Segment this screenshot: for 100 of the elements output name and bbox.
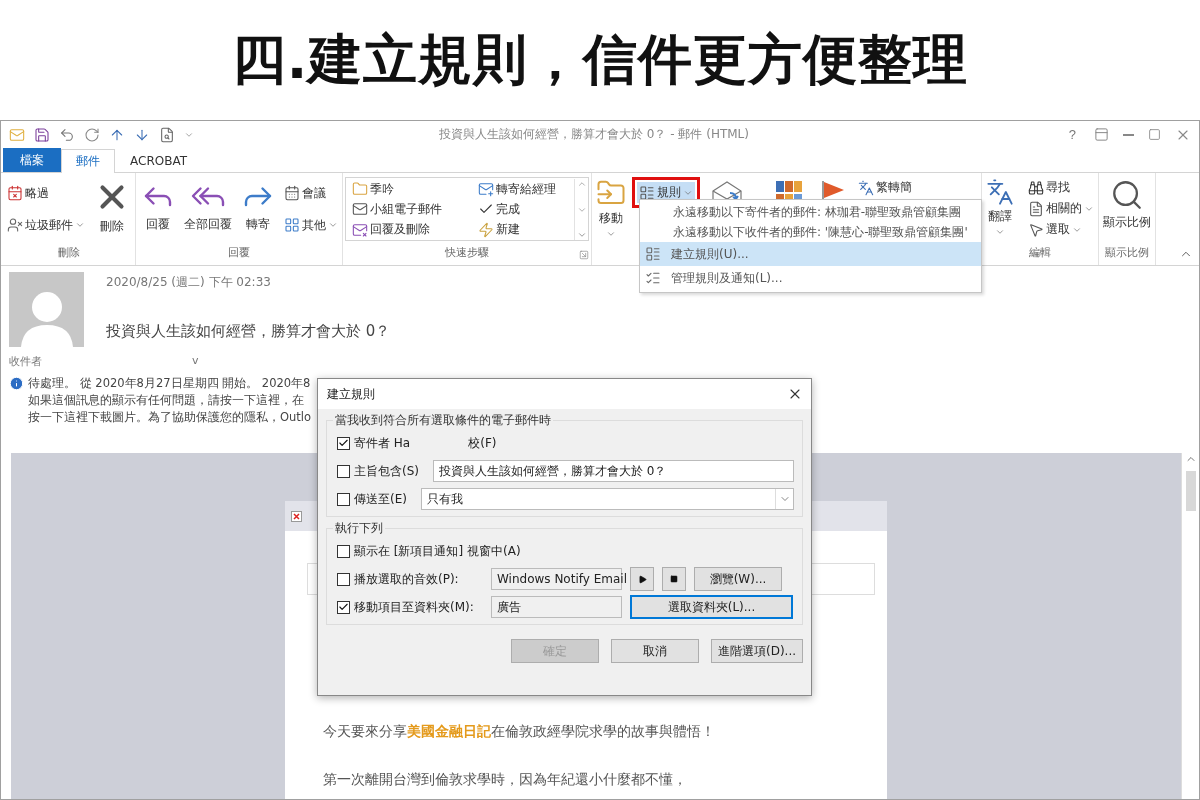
ribbon-button[interactable]: 移動 bbox=[594, 177, 628, 240]
message-date: 2020/8/25 (週二) 下午 02:33 bbox=[106, 274, 271, 291]
menu-item[interactable]: 管理規則及通知(L)... bbox=[640, 266, 981, 290]
page-heading: 四.建立規則，信件更方便整理 bbox=[230, 26, 970, 93]
info-text: 按一下這裡下載圖片。為了協助保護您的隱私，Outlo bbox=[28, 410, 312, 425]
dialog-button[interactable]: 取消 bbox=[611, 639, 699, 663]
broken-image-icon bbox=[291, 510, 302, 522]
launcher-icon bbox=[579, 250, 589, 260]
ribbon-button[interactable]: 回覆 bbox=[138, 177, 178, 233]
checkbox[interactable] bbox=[337, 572, 350, 586]
checkbox[interactable] bbox=[337, 600, 350, 614]
rule-icon bbox=[645, 246, 661, 262]
document-icon bbox=[1028, 200, 1044, 217]
ribbon-button[interactable]: 轉寄 bbox=[238, 177, 278, 233]
ribbon-button[interactable]: 新建 bbox=[475, 219, 575, 240]
check-icon bbox=[338, 601, 349, 613]
ribbon-button[interactable]: 翻譯 bbox=[984, 177, 1016, 238]
ribbon-button[interactable]: 繁轉簡 bbox=[856, 177, 914, 198]
dialog-title: 建立規則 bbox=[327, 385, 375, 403]
characters-icon bbox=[858, 179, 874, 196]
checkbox-label: 移動項目至資料夾(M): bbox=[354, 598, 474, 616]
body-paragraph: 第一次離開台灣到倫敦求學時，因為年紀還小什麼都不懂， bbox=[323, 771, 688, 789]
browse-button[interactable]: 瀏覽(W)... bbox=[694, 567, 782, 591]
ribbon-tab[interactable]: ACROBAT bbox=[115, 148, 202, 172]
preview-icon bbox=[159, 126, 175, 143]
file-tab[interactable]: 檔案 bbox=[3, 148, 61, 172]
checkbox-label: 主旨包含(S) bbox=[354, 462, 419, 480]
envelope-plus-icon bbox=[477, 181, 494, 198]
envelope-icon bbox=[9, 126, 25, 143]
scroll-thumb[interactable] bbox=[1185, 471, 1196, 511]
menu-item[interactable]: 建立規則(U)... bbox=[640, 242, 981, 266]
ribbon-button[interactable]: 會議 bbox=[282, 182, 340, 204]
group-label: 編輯 bbox=[1029, 245, 1051, 261]
ribbon-button[interactable]: 相關的 bbox=[1026, 198, 1096, 219]
caret-icon bbox=[606, 229, 616, 239]
ribbon-tab[interactable]: 郵件 bbox=[61, 149, 115, 173]
checkbox[interactable] bbox=[337, 544, 350, 558]
window-title: 投資與人生該如何經營，勝算才會大於 0？ - 郵件 (HTML) bbox=[439, 126, 750, 143]
choose-folder-button[interactable]: 選取資料夾(L)... bbox=[630, 595, 793, 619]
input-field[interactable]: 投資與人生該如何經營，勝算才會大於 0？ bbox=[433, 460, 794, 482]
group-label: 刪除 bbox=[58, 245, 80, 261]
caret-icon bbox=[75, 220, 85, 230]
save-icon bbox=[34, 126, 50, 143]
lightning-icon bbox=[477, 221, 494, 238]
checkbox[interactable] bbox=[337, 436, 350, 450]
scrollbar[interactable] bbox=[1181, 453, 1199, 799]
group-label: 回覆 bbox=[228, 245, 250, 261]
help-button[interactable]: ? bbox=[1064, 127, 1080, 142]
checkbox[interactable] bbox=[337, 492, 350, 506]
recipient-label: 收件者 bbox=[9, 354, 42, 369]
folder-icon bbox=[352, 181, 368, 198]
dropdown-field[interactable]: 只有我 bbox=[421, 488, 794, 510]
checkbox[interactable] bbox=[337, 464, 350, 478]
ribbon-button[interactable]: 選取 bbox=[1026, 219, 1096, 240]
ribbon-button[interactable]: 全部回覆 bbox=[182, 177, 234, 233]
dialog-button[interactable]: 進階選項(D)... bbox=[711, 639, 803, 663]
scroll-up-icon bbox=[576, 179, 587, 189]
binoculars-icon bbox=[1028, 179, 1044, 196]
ribbon-button[interactable]: 季吟 bbox=[350, 179, 476, 200]
calendar-x-icon bbox=[7, 185, 23, 201]
envelope-icon bbox=[352, 201, 368, 218]
ribbon-button[interactable]: 其他 bbox=[282, 214, 340, 236]
search-icon bbox=[1110, 178, 1144, 212]
check-icon bbox=[338, 437, 349, 449]
menu-item[interactable]: 永遠移動以下寄件者的郵件: 林珈君-聯聖致鼎管顧集團 bbox=[640, 202, 981, 222]
ribbon-display-icon bbox=[1094, 127, 1109, 142]
ribbon-button[interactable]: 小組電子郵件 bbox=[350, 199, 476, 220]
list-icon bbox=[639, 184, 655, 201]
caret-icon bbox=[995, 227, 1005, 237]
checkbox-label: 傳送至(E) bbox=[354, 490, 407, 508]
checkbox-label: 校(F) bbox=[468, 434, 497, 452]
play-icon bbox=[637, 574, 647, 584]
group-label: 顯示比例 bbox=[1105, 245, 1149, 261]
calendar-icon bbox=[284, 185, 300, 201]
play-button[interactable] bbox=[630, 567, 654, 591]
menu-item[interactable]: 永遠移動以下收件者的郵件: '陳慧心-聯聖致鼎管顧集團' bbox=[640, 222, 981, 242]
ribbon-button[interactable]: 尋找 bbox=[1026, 177, 1096, 198]
minimize-icon bbox=[1123, 133, 1134, 136]
ribbon-button[interactable]: 略過 bbox=[5, 182, 87, 204]
envelope-x-icon bbox=[352, 221, 368, 238]
ribbon-button[interactable]: 垃圾郵件 bbox=[5, 214, 87, 236]
checkbox-label: 播放選取的音效(P): bbox=[354, 570, 459, 588]
ribbon-button[interactable]: 刪除 bbox=[91, 177, 133, 235]
caret-icon bbox=[328, 220, 338, 230]
info-icon bbox=[9, 376, 24, 391]
pointer-icon bbox=[1028, 221, 1044, 238]
folder-field[interactable]: 廣告 bbox=[491, 596, 622, 618]
group-label: 快速步驟 bbox=[445, 245, 489, 261]
ribbon-button[interactable]: 轉寄給經理 bbox=[475, 179, 575, 200]
checkbox-label: 顯示在 [新項目通知] 視窗中(A) bbox=[354, 542, 521, 560]
stop-button[interactable] bbox=[662, 567, 686, 591]
ribbon-button[interactable]: 顯示比例 bbox=[1101, 177, 1153, 231]
ribbon-button[interactable]: 完成 bbox=[475, 199, 575, 220]
translate-icon bbox=[986, 178, 1014, 206]
user-blocked-icon bbox=[7, 217, 23, 233]
undo-icon bbox=[59, 126, 75, 143]
ribbon-button[interactable]: 回覆及刪除 bbox=[350, 219, 476, 240]
group-label: 執行下列 bbox=[334, 521, 384, 536]
manage-rules-icon bbox=[645, 270, 661, 286]
grid-icon bbox=[284, 217, 300, 233]
